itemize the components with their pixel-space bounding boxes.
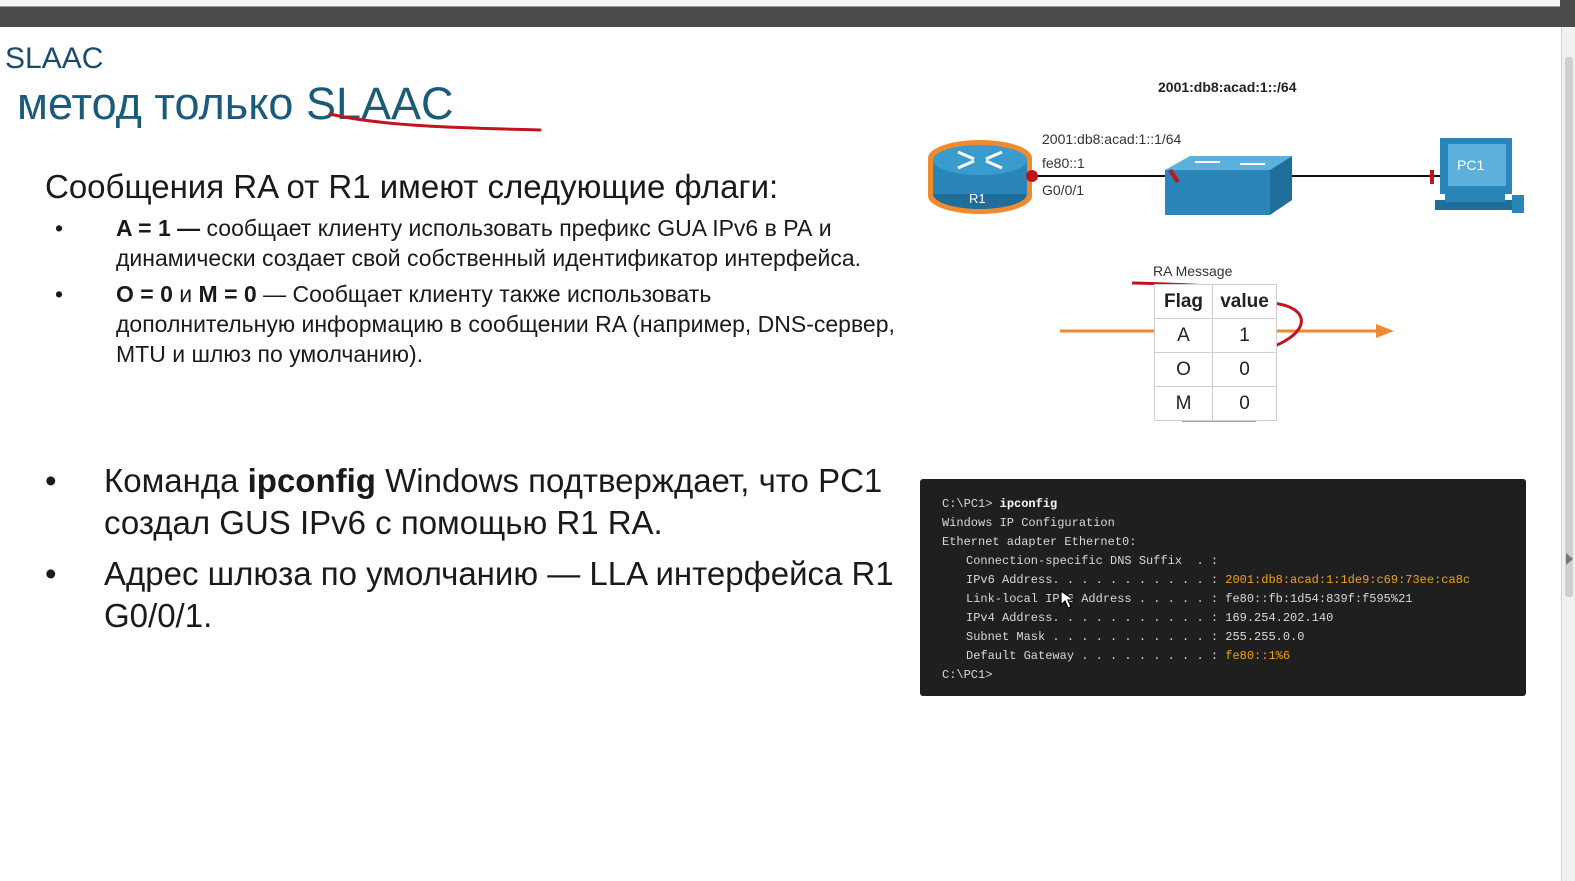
value-cell: 1: [1212, 318, 1277, 353]
bullet-dot: •: [45, 555, 57, 592]
ipv4-label: IPv4 Address. . . . . . . . . . . :: [966, 611, 1219, 625]
column-header-flag: Flag: [1154, 284, 1213, 319]
table-row: M 0: [1154, 386, 1277, 421]
port-marker-r1: [1026, 170, 1038, 182]
terminal-final-prompt: C:\PC1>: [942, 668, 993, 682]
mask-value: 255.255.0.0: [1225, 630, 1305, 644]
scroll-arrow-icon[interactable]: [1566, 553, 1573, 565]
terminal-line-ipv4: IPv4 Address. . . . . . . . . . . : 169.…: [966, 611, 1333, 625]
ra-message-title: RA Message: [1153, 263, 1233, 279]
table-row: O 0: [1154, 352, 1277, 387]
terminal-line-ipv6: IPv6 Address. . . . . . . . . . . : 2001…: [966, 573, 1470, 587]
flag-cell: O: [1154, 352, 1213, 387]
ipconfig-bold: ipconfig: [247, 462, 376, 499]
terminal-line-mask: Subnet Mask . . . . . . . . . . . : 255.…: [966, 630, 1304, 644]
terminal-prompt: C:\PC1>: [942, 497, 993, 511]
flags-bullet-list: • A = 1 — сообщает клиенту использовать …: [55, 213, 895, 375]
section-label: SLAAC: [5, 42, 104, 75]
lla-value: fe80::fb:1d54:839f:f595%21: [1225, 592, 1413, 606]
flags-heading: Сообщения RA от R1 имеют следующие флаги…: [45, 168, 779, 205]
window-title-strip: [0, 0, 1560, 7]
flag-o-bold: O = 0: [116, 281, 173, 307]
bullet-dot: •: [55, 215, 64, 241]
terminal-line-gateway: Default Gateway . . . . . . . . . : fe80…: [966, 649, 1290, 663]
column-header-value: value: [1212, 284, 1277, 319]
gateway-text: Адрес шлюза по умолчанию — LLA интерфейс…: [104, 555, 894, 634]
table-row: A 1: [1154, 318, 1277, 353]
topology-diagram: 2001:db8:acad:1::/64 2001:db8:acad:1::1/…: [920, 70, 1540, 440]
r1-gua-label: 2001:db8:acad:1::1/64: [1042, 131, 1182, 147]
terminal-line-dns: Connection-specific DNS Suffix . :: [966, 554, 1219, 568]
value-cell: 0: [1212, 352, 1277, 387]
ra-table-header: Flag value: [1154, 284, 1277, 319]
switch-icon: [1165, 156, 1292, 215]
terminal-line-lla: Link-local IPv6 Address . . . . . : fe80…: [966, 592, 1412, 606]
flag-a-bold: A = 1 —: [116, 215, 201, 241]
value-cell: 0: [1212, 386, 1277, 421]
bullet-dot: •: [45, 462, 57, 499]
flag-a-text: сообщает клиенту использовать префикс GU…: [116, 215, 862, 271]
handwritten-underline: [328, 112, 542, 132]
subnet-label: 2001:db8:acad:1::/64: [1158, 79, 1297, 95]
terminal-line-adapter: Ethernet adapter Ethernet0:: [942, 535, 1137, 549]
ra-flags-table: Flag value A 1 O 0 M 0: [1154, 284, 1277, 421]
bullet-flag-om: • O = 0 и M = 0 — Сообщает клиенту также…: [55, 279, 895, 369]
vertical-scrollbar[interactable]: [1561, 27, 1575, 881]
flag-cell: A: [1154, 318, 1213, 353]
ipv6-label: IPv6 Address. . . . . . . . . . . :: [966, 573, 1219, 587]
bullet-flag-a: • A = 1 — сообщает клиенту использовать …: [55, 213, 895, 273]
pc1-icon: [1435, 138, 1524, 213]
gateway-value: fe80::1%6: [1225, 649, 1291, 663]
ipv4-value: 169.254.202.140: [1225, 611, 1334, 625]
bullet-ipconfig: • Команда ipconfig Windows подтверждает,…: [45, 460, 905, 544]
r1-lla-label: fe80::1: [1042, 155, 1085, 171]
flag-cell: M: [1154, 386, 1213, 421]
terminal-command: ipconfig: [999, 497, 1058, 511]
ipv6-value: 2001:db8:acad:1:1de9:c69:73ee:ca8c: [1225, 573, 1471, 587]
bullet-gateway: • Адрес шлюза по умолчанию — LLA интерфе…: [45, 553, 905, 637]
gateway-label: Default Gateway . . . . . . . . . :: [966, 649, 1219, 663]
router-label: R1: [969, 191, 986, 206]
window-top-bar: [0, 0, 1575, 27]
bullet-dot: •: [55, 281, 64, 307]
terminal-command-line: C:\PC1> ipconfig: [942, 497, 1057, 511]
ipconfig-bullet-list: • Команда ipconfig Windows подтверждает,…: [45, 460, 905, 646]
lla-label: Link-local IPv6 Address . . . . . :: [966, 592, 1219, 606]
flag-om-mid: и: [172, 281, 199, 307]
mask-label: Subnet Mask . . . . . . . . . . . :: [966, 630, 1219, 644]
mouse-cursor-icon: [1060, 589, 1076, 609]
ipconfig-pre: Команда: [104, 462, 248, 499]
r1-interface-label: G0/0/1: [1042, 182, 1085, 198]
flag-m-bold: M = 0: [198, 281, 257, 307]
terminal-line-config: Windows IP Configuration: [942, 516, 1115, 530]
scrollbar-thumb[interactable]: [1565, 57, 1573, 597]
pc-label: PC1: [1457, 157, 1485, 173]
ra-arrowhead-icon: [1376, 324, 1394, 338]
ipconfig-terminal: C:\PC1> ipconfig Windows IP Configuratio…: [920, 479, 1526, 696]
